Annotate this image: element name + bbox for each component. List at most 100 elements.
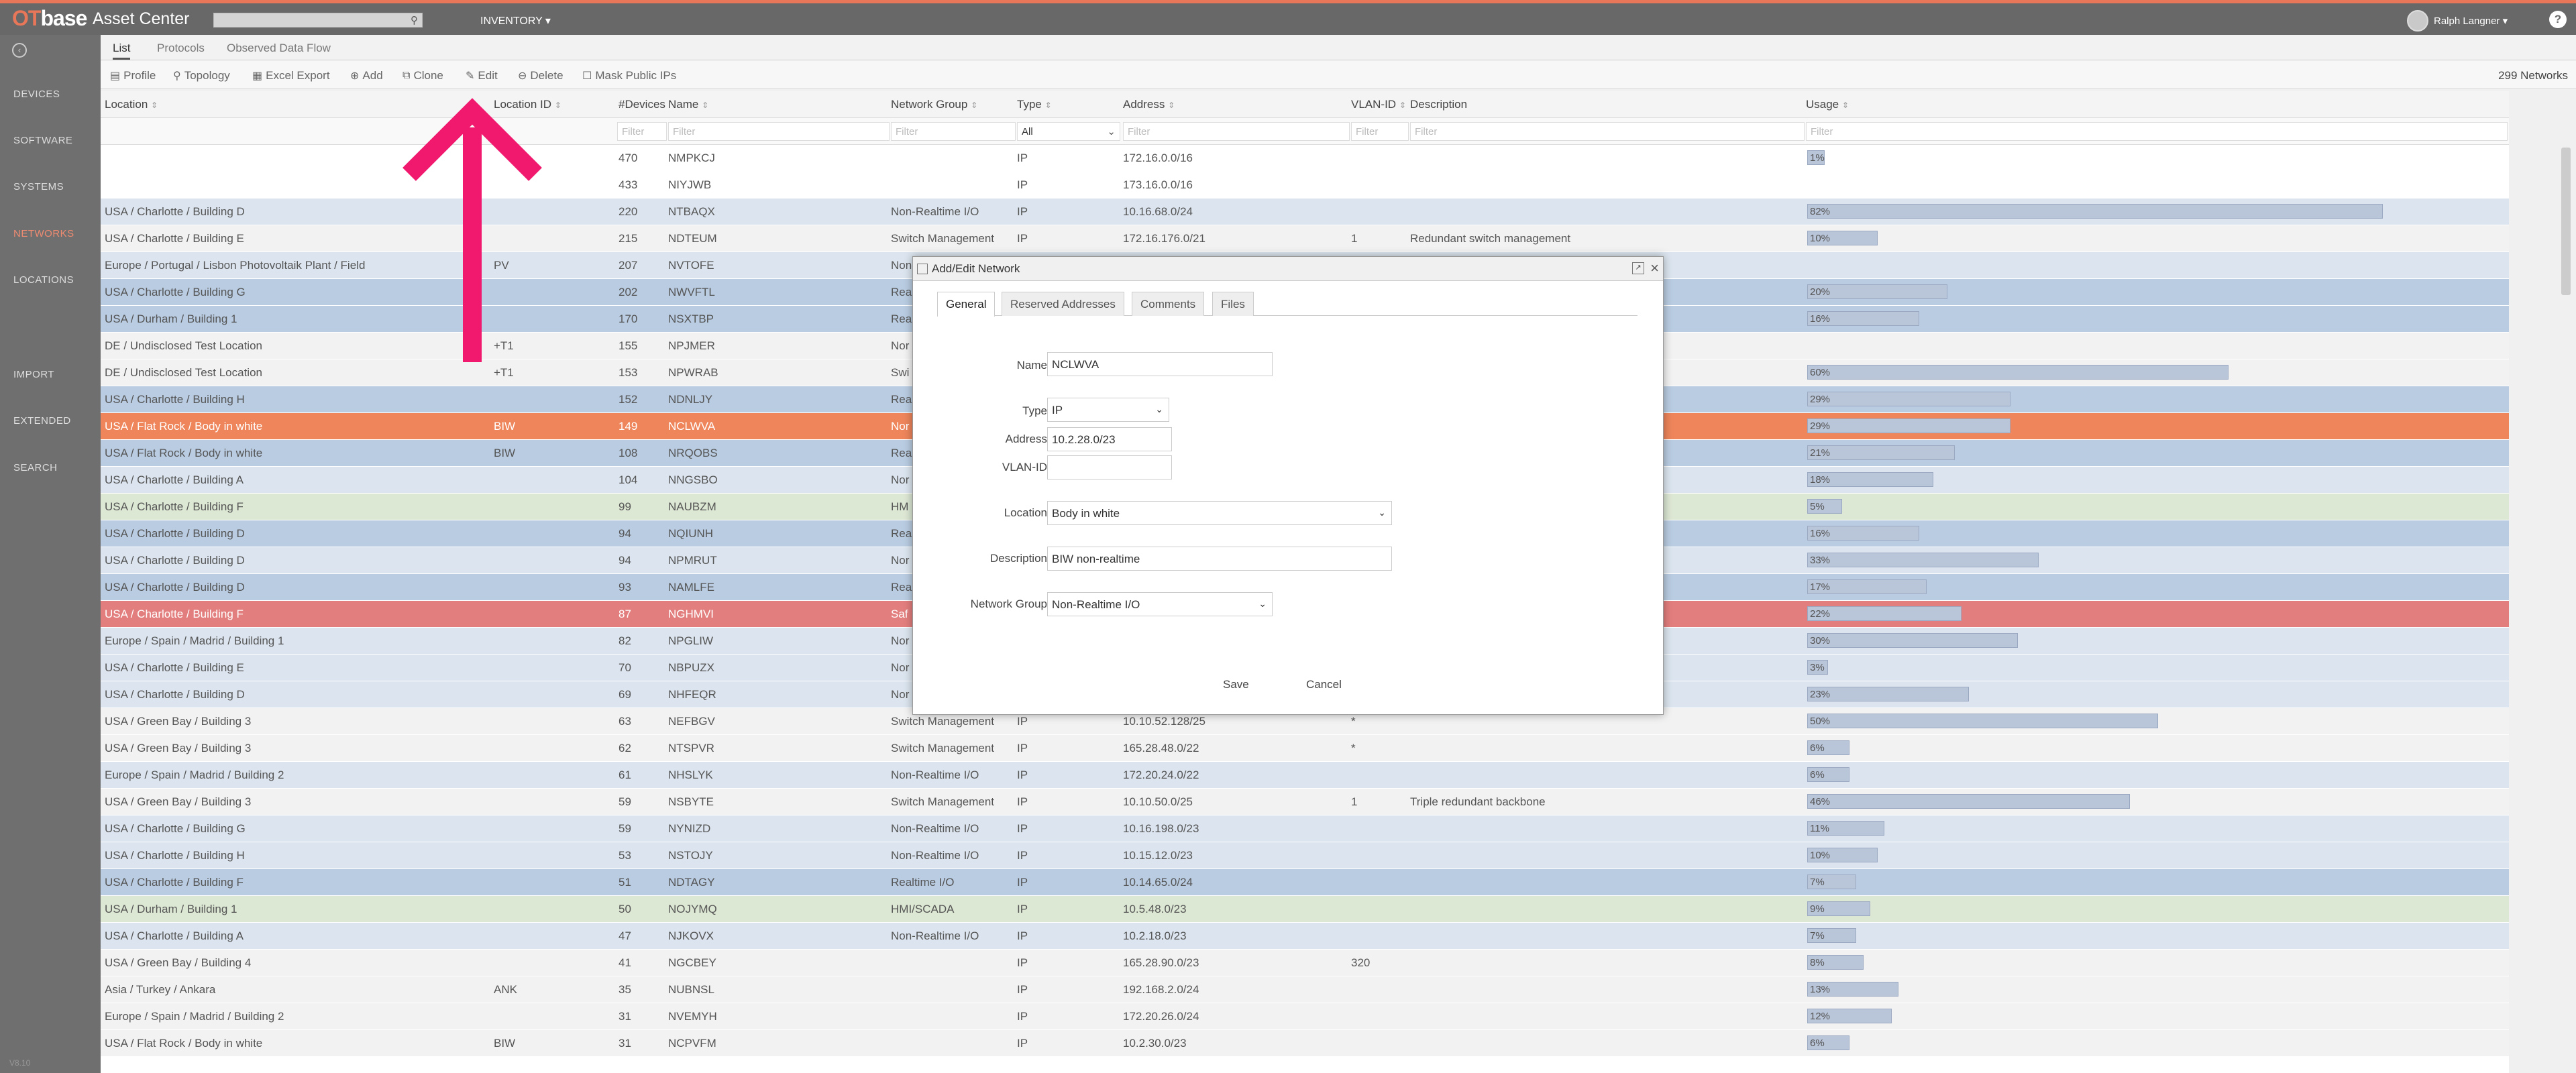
column-network-group[interactable]: Network Group ⇕ — [891, 98, 977, 111]
type-cell: IP — [1017, 929, 1028, 942]
sidebar-item-search[interactable]: SEARCH — [13, 462, 58, 473]
otbase-logo[interactable]: OTbase — [12, 6, 87, 31]
name-cell: NPGLIW — [668, 634, 714, 647]
tab-general[interactable]: General — [937, 292, 996, 317]
location-select[interactable]: Body in white ⌄ — [1047, 501, 1392, 525]
profile-button[interactable]: ▤ Profile — [110, 69, 156, 82]
clone-button[interactable]: ⧉ Clone — [402, 69, 443, 82]
sidebar-item-devices[interactable]: DEVICES — [13, 89, 60, 100]
inventory-menu[interactable]: INVENTORY ▾ — [480, 14, 551, 27]
location-cell: USA / Charlotte / Building A — [105, 929, 244, 942]
help-icon[interactable]: ? — [2549, 11, 2567, 28]
location-cell: USA / Charlotte / Building H — [105, 393, 245, 406]
tab-reserved-addresses[interactable]: Reserved Addresses — [1002, 292, 1124, 316]
back-icon[interactable]: ‹ — [12, 43, 27, 58]
network-group-filter[interactable]: Filter — [891, 122, 1016, 141]
address-label: Address — [1005, 433, 1047, 445]
topology-button[interactable]: ⚲ Topology — [173, 69, 230, 82]
description-field[interactable]: BIW non-realtime — [1047, 547, 1392, 571]
mask-public-ips-toggle[interactable]: ☐ Mask Public IPs — [582, 69, 676, 82]
tab-protocols[interactable]: Protocols — [157, 42, 205, 55]
dialog-title-bar[interactable]: Add/Edit Network ↗ × — [913, 257, 1663, 281]
devices-cell: 50 — [619, 903, 631, 915]
description-filter[interactable]: Filter — [1410, 122, 1805, 141]
sidebar-item-locations[interactable]: LOCATIONS — [13, 274, 74, 286]
name-filter[interactable]: Filter — [668, 122, 890, 141]
type-filter-select[interactable]: All ⌄ — [1017, 122, 1120, 141]
table-row[interactable]: Europe / Spain / Madrid / Building 2 31 NV… — [101, 1003, 2509, 1030]
user-name: Ralph Langner ▾ — [2434, 15, 2508, 27]
sidebar-item-extended[interactable]: EXTENDED — [13, 415, 71, 427]
vlan-id-field[interactable] — [1047, 455, 1172, 479]
devices-cell: 61 — [619, 769, 631, 781]
column-location[interactable]: Location ⇕ — [105, 98, 158, 111]
devices-cell: 87 — [619, 608, 631, 620]
network-group-cell: Realtime I/O — [891, 876, 955, 889]
table-row[interactable]: USA / Green Bay / Building 3 62 NTSPVR Swit… — [101, 735, 2509, 762]
table-row[interactable]: Asia / Turkey / Ankara ANK 35 NUBNSL IP 192.1… — [101, 976, 2509, 1003]
location-cell: USA / Green Bay / Building 3 — [105, 795, 252, 808]
name-cell: NCLWVA — [668, 420, 716, 433]
column-vlan-id[interactable]: VLAN-ID ⇕ — [1351, 98, 1406, 111]
column-devices[interactable]: #Devices — [619, 98, 665, 111]
address-cell: 172.20.26.0/24 — [1123, 1010, 1199, 1023]
usage-filter[interactable]: Filter — [1806, 122, 2508, 141]
tab-comments[interactable]: Comments — [1132, 292, 1205, 316]
name-field[interactable]: NCLWVA — [1047, 352, 1273, 376]
sidebar-item-systems[interactable]: SYSTEMS — [13, 181, 64, 192]
table-row[interactable]: Europe / Spain / Madrid / Building 2 61 NH… — [101, 762, 2509, 789]
delete-button[interactable]: ⊖ Delete — [518, 69, 564, 82]
excel-export-button[interactable]: ▦ Excel Export — [252, 69, 330, 82]
search-icon[interactable]: ⚲ — [411, 14, 418, 26]
edit-button[interactable]: ✎ Edit — [466, 69, 498, 82]
address-cell: 172.16.176.0/21 — [1123, 232, 1205, 245]
vertical-scrollbar[interactable] — [2561, 148, 2571, 295]
vlan-filter[interactable]: Filter — [1351, 122, 1409, 141]
profile-icon: ▤ — [110, 70, 121, 82]
sidebar-item-software[interactable]: SOFTWARE — [13, 135, 72, 146]
name-cell: NDNLJY — [668, 393, 713, 406]
global-search-input[interactable]: ⚲ — [213, 13, 423, 27]
column-description[interactable]: Description — [1410, 98, 1467, 111]
table-row[interactable]: USA / Green Bay / Building 3 59 NSBYTE Swit… — [101, 789, 2509, 815]
address-cell: 172.20.24.0/22 — [1123, 769, 1199, 781]
network-group-select[interactable]: Non-Realtime I/O ⌄ — [1047, 592, 1273, 616]
type-cell: IP — [1017, 1037, 1028, 1050]
column-usage[interactable]: Usage ⇕ — [1806, 98, 1849, 111]
column-address[interactable]: Address ⇕ — [1123, 98, 1175, 111]
devices-cell: 59 — [619, 795, 631, 808]
tab-list[interactable]: List — [113, 42, 131, 60]
type-select[interactable]: IP ⌄ — [1047, 398, 1169, 422]
column-type[interactable]: Type ⇕ — [1017, 98, 1052, 111]
sidebar-item-import[interactable]: IMPORT — [13, 369, 54, 380]
sidebar-item-networks[interactable]: NETWORKS — [13, 228, 74, 239]
add-button[interactable]: ⊕ Add — [350, 69, 383, 82]
table-row[interactable]: USA / Charlotte / Building H 53 NSTOJY Non-… — [101, 842, 2509, 869]
name-cell: NYNIZD — [668, 822, 711, 835]
cancel-button[interactable]: Cancel — [1306, 678, 1342, 691]
column-name[interactable]: Name ⇕ — [668, 98, 708, 111]
devices-filter[interactable]: Filter — [617, 122, 667, 141]
type-cell: IP — [1017, 205, 1028, 218]
devices-cell: 152 — [619, 393, 638, 406]
table-row[interactable]: USA / Flat Rock / Body in white BIW 31 NCPV… — [101, 1030, 2509, 1057]
tab-observed-data-flow[interactable]: Observed Data Flow — [227, 42, 331, 55]
usage-bar: 6% — [1807, 767, 1849, 782]
table-row[interactable]: USA / Charlotte / Building F 51 NDTAGY Real… — [101, 869, 2509, 896]
table-row[interactable]: USA / Durham / Building 1 50 NOJYMQ HMI/SCA… — [101, 896, 2509, 923]
location-cell: USA / Charlotte / Building H — [105, 849, 245, 862]
address-field[interactable]: 10.2.28.0/23 — [1047, 427, 1172, 451]
user-menu[interactable]: Ralph Langner ▾ — [2407, 10, 2508, 32]
name-cell: NTBAQX — [668, 205, 715, 218]
tab-files[interactable]: Files — [1212, 292, 1254, 316]
address-filter[interactable]: Filter — [1123, 122, 1350, 141]
table-row[interactable]: USA / Charlotte / Building A 47 NJKOVX Non-… — [101, 923, 2509, 950]
close-icon[interactable]: × — [1650, 260, 1659, 277]
table-row[interactable]: USA / Charlotte / Building G 59 NYNIZD Non-… — [101, 815, 2509, 842]
type-cell: IP — [1017, 983, 1028, 996]
name-cell: NGCBEY — [668, 956, 716, 969]
save-button[interactable]: Save — [1223, 678, 1249, 691]
table-row[interactable]: USA / Green Bay / Building 4 41 NGCBEY IP 16… — [101, 950, 2509, 976]
usage-bar: 29% — [1807, 418, 2010, 433]
popout-icon[interactable]: ↗ — [1632, 262, 1644, 274]
